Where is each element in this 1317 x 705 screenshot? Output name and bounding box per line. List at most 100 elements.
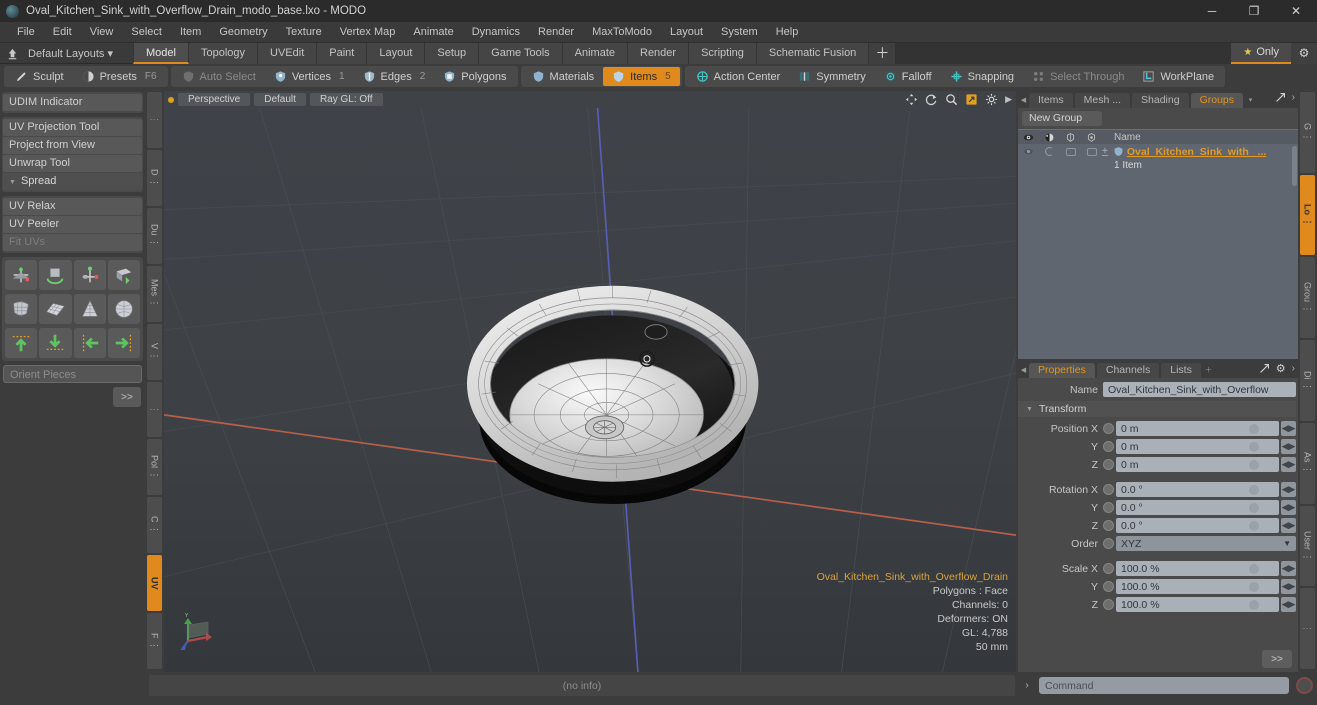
row-eye-toggle[interactable] (1018, 146, 1039, 157)
position-y-field[interactable]: 0 m (1116, 439, 1279, 454)
position-y-stepper[interactable]: ◀▶ (1281, 439, 1296, 454)
tab-scripting[interactable]: Scripting (689, 42, 757, 64)
rotation-x-stepper[interactable]: ◀▶ (1281, 482, 1296, 497)
row-shade-toggle[interactable] (1039, 146, 1060, 157)
uv-rotate-icon[interactable] (39, 260, 72, 290)
menu-vertex-map[interactable]: Vertex Map (331, 22, 405, 43)
menu-layout[interactable]: Layout (661, 22, 712, 43)
vertices-button[interactable]: Vertices 1 (265, 67, 354, 86)
rotation-x-field[interactable]: 0.0 ° (1116, 482, 1279, 497)
udim-indicator-button[interactable]: UDIM Indicator (3, 94, 142, 111)
fit-icon[interactable] (965, 93, 978, 106)
edges-button[interactable]: Edges 2 (354, 67, 435, 86)
transform-section-header[interactable]: ▼ Transform (1018, 401, 1296, 417)
wire-icon[interactable] (1060, 132, 1081, 143)
menu-view[interactable]: View (81, 22, 123, 43)
tab-layout[interactable]: Layout (367, 42, 426, 64)
align-left-icon[interactable] (73, 328, 106, 358)
tab-topology[interactable]: Topology (188, 42, 259, 64)
position-z-stepper[interactable]: ◀▶ (1281, 457, 1296, 472)
uv-peeler-button[interactable]: UV Peeler (3, 216, 142, 233)
scale-y-channel-dot[interactable] (1103, 581, 1114, 592)
home-layout-icon[interactable] (0, 43, 24, 64)
viewport-3d-canvas[interactable]: Oval_Kitchen_Sink_with_Overflow_Drain Po… (164, 108, 1016, 672)
menu-help[interactable]: Help (767, 22, 808, 43)
menu-system[interactable]: System (712, 22, 767, 43)
scale-x-stepper[interactable]: ◀▶ (1281, 561, 1296, 576)
position-x-stepper[interactable]: ◀▶ (1281, 421, 1296, 436)
minimize-button[interactable]: ─ (1191, 0, 1233, 22)
command-input[interactable]: Command (1039, 677, 1289, 694)
tab-game-tools[interactable]: Game Tools (479, 42, 563, 64)
align-down-icon[interactable] (39, 328, 72, 358)
lock-icon[interactable] (1081, 132, 1102, 143)
expand-icon[interactable] (1259, 363, 1270, 374)
properties-chevron-icon[interactable]: › (1292, 363, 1295, 374)
tab-schematic-fusion[interactable]: Schematic Fusion (756, 42, 870, 64)
uv-grid-icon[interactable] (39, 294, 72, 324)
rotation-y-field[interactable]: 0.0 ° (1116, 500, 1279, 515)
uv-cone-icon[interactable] (73, 294, 106, 324)
scale-x-channel-dot[interactable] (1103, 563, 1114, 574)
tab-items[interactable]: Items (1029, 93, 1073, 108)
sculpt-button[interactable]: Sculpt (6, 67, 73, 86)
groups-tabs-dropdown-icon[interactable]: ▾ (1245, 91, 1256, 108)
menu-maxtomodo[interactable]: MaxToModo (583, 22, 661, 43)
uv-fit-icon[interactable] (5, 294, 38, 324)
presets-button[interactable]: Presets F6 (73, 67, 166, 86)
uv-sphere-icon[interactable] (107, 294, 140, 324)
vtab-right-assembly[interactable]: As ⋮ (1300, 422, 1315, 504)
gear-icon[interactable]: ⚙ (1291, 42, 1317, 64)
order-channel-dot[interactable] (1103, 538, 1114, 549)
rotation-y-stepper[interactable]: ◀▶ (1281, 500, 1296, 515)
scale-y-field[interactable]: 100.0 % (1116, 579, 1279, 594)
align-right-icon[interactable] (107, 328, 140, 358)
spread-section-header[interactable]: ▼ Spread (3, 173, 142, 190)
tab-render[interactable]: Render (628, 42, 690, 64)
rotation-z-stepper[interactable]: ◀▶ (1281, 518, 1296, 533)
auto-select-button[interactable]: Auto Select (173, 67, 265, 86)
uv-scale-icon[interactable] (73, 260, 106, 290)
vtab-right-locator[interactable]: Lo ⋮ (1300, 174, 1315, 256)
properties-more-button[interactable]: >> (1262, 650, 1292, 668)
chevron-right-icon[interactable]: ▶ (1005, 94, 1012, 105)
scale-z-channel-dot[interactable] (1103, 599, 1114, 610)
workplane-button[interactable]: WorkPlane (1133, 67, 1223, 86)
unwrap-tool-button[interactable]: Unwrap Tool (3, 155, 142, 172)
zoom-icon[interactable] (945, 93, 958, 106)
uv-relax-button[interactable]: UV Relax (3, 198, 142, 215)
tab-model[interactable]: Model (133, 42, 189, 64)
vtab-right-groups[interactable]: Grou ⋮ (1300, 257, 1315, 339)
vtab-right-user[interactable]: User ⋮ (1300, 505, 1315, 587)
polygons-button[interactable]: Polygons (434, 67, 515, 86)
viewport-raygl-button[interactable]: Ray GL: Off (309, 93, 383, 106)
menu-animate[interactable]: Animate (404, 22, 462, 43)
snapping-button[interactable]: Snapping (941, 67, 1024, 86)
menu-file[interactable]: File (8, 22, 44, 43)
viewport-settings-icon[interactable] (985, 93, 998, 106)
tab-lists[interactable]: Lists (1161, 363, 1201, 378)
menu-render[interactable]: Render (529, 22, 583, 43)
eye-icon[interactable] (1018, 132, 1039, 143)
record-icon[interactable] (1296, 677, 1313, 694)
menu-texture[interactable]: Texture (277, 22, 331, 43)
tab-setup[interactable]: Setup (425, 42, 480, 64)
groups-tabs-collapse-icon[interactable]: ◀ (1018, 91, 1029, 108)
uv-flip-icon[interactable] (107, 260, 140, 290)
vtab-right-more[interactable]: ⋮ (1300, 588, 1315, 670)
menu-select[interactable]: Select (122, 22, 171, 43)
scale-x-field[interactable]: 100.0 % (1116, 561, 1279, 576)
scale-z-stepper[interactable]: ◀▶ (1281, 597, 1296, 612)
position-x-field[interactable]: 0 m (1116, 421, 1279, 436)
materials-button[interactable]: Materials (523, 67, 604, 86)
tab-groups[interactable]: Groups (1190, 93, 1244, 108)
groups-panel-chevron-icon[interactable]: › (1292, 92, 1295, 103)
vtab-left-5[interactable]: ⋮ (147, 381, 162, 438)
row-wire-toggle[interactable] (1060, 147, 1081, 156)
pan-icon[interactable] (905, 93, 918, 106)
left-panel-more-button[interactable]: >> (113, 387, 141, 407)
properties-add-tab-button[interactable]: ＋ (1203, 361, 1214, 378)
vtab-left-curve[interactable]: C ⋮ (147, 497, 162, 554)
add-tab-button[interactable]: ＋ (869, 42, 896, 64)
tab-paint[interactable]: Paint (317, 42, 368, 64)
